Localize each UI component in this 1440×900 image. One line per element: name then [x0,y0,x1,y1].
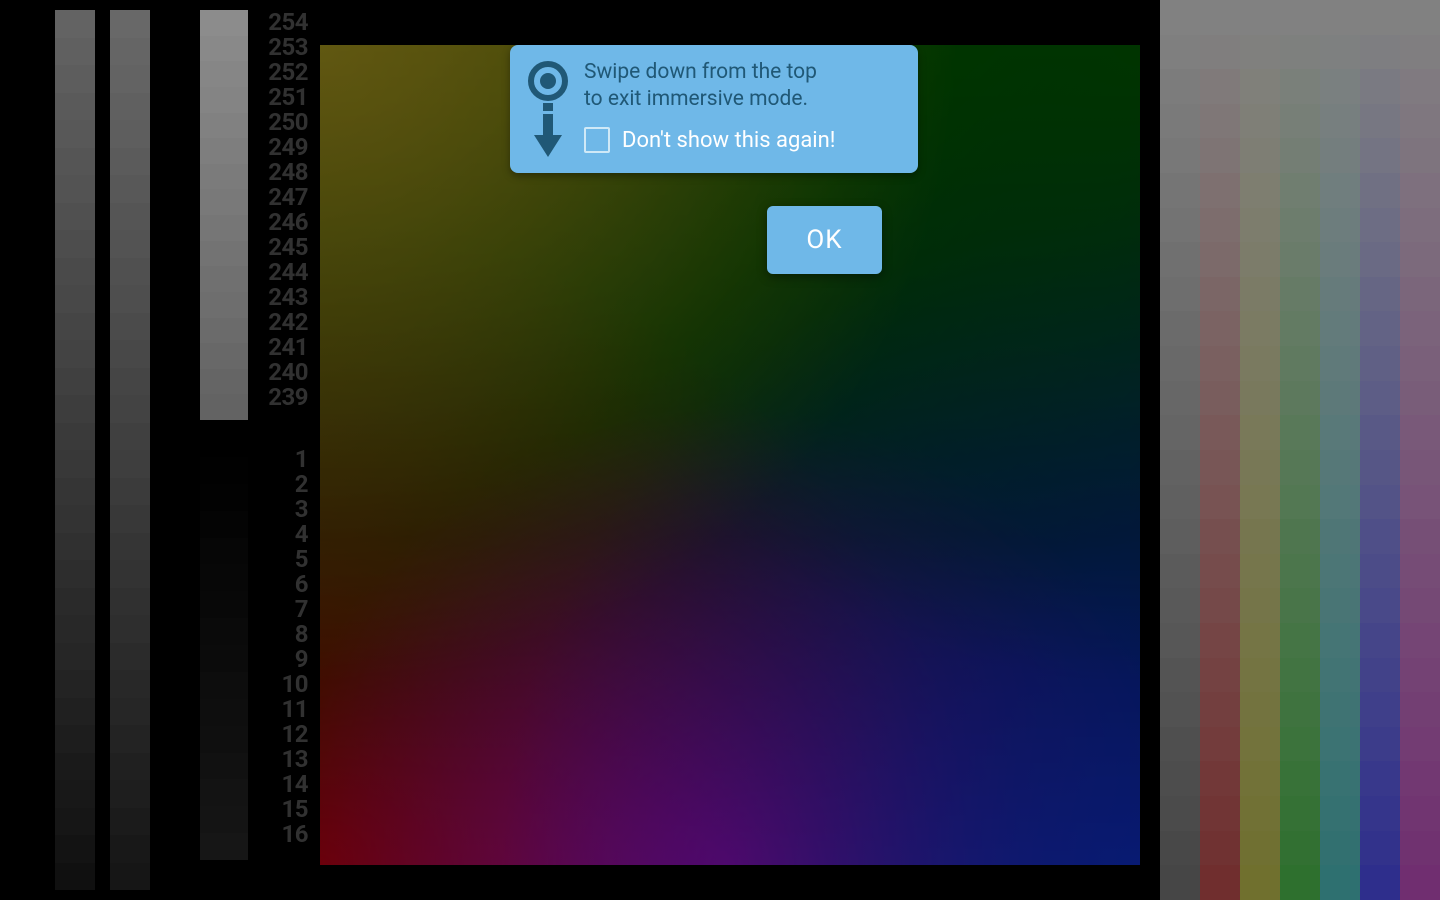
hint-line-2: to exit immersive mode. [584,87,808,111]
dont-show-again-checkbox[interactable] [584,127,610,153]
ok-button[interactable]: OK [767,206,882,274]
swipe-down-icon [526,59,570,159]
hint-line-1: Swipe down from the top [584,60,817,84]
immersive-mode-hint: Swipe down from the top to exit immersiv… [510,45,918,173]
ok-button-label: OK [806,225,842,255]
dont-show-again-label[interactable]: Don't show this again! [622,128,835,153]
